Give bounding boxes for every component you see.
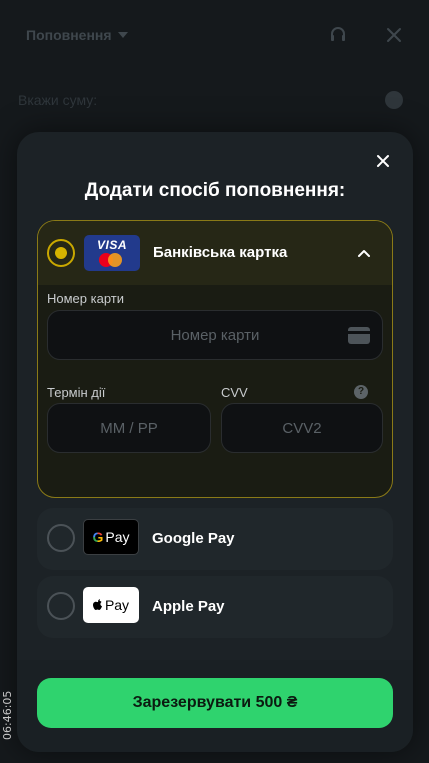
reserve-button[interactable]: Зарезервувати 500 ₴ — [37, 678, 393, 728]
google-pay-option[interactable]: G Pay Google Pay — [37, 508, 393, 570]
expiry-input[interactable]: MM / PP — [47, 403, 211, 453]
bank-card-label: Банківська картка — [153, 244, 288, 261]
headset-icon[interactable] — [329, 26, 347, 44]
expiry-placeholder: MM / PP — [100, 419, 158, 437]
expiry-label: Термін дії — [47, 385, 106, 400]
timestamp: 06:46:05 — [1, 690, 14, 740]
close-icon[interactable] — [374, 152, 392, 170]
modal-footer: Зарезервувати 500 ₴ — [17, 660, 413, 752]
cvv-label: CVV — [221, 385, 248, 400]
cvv-input[interactable]: CVV2 — [221, 403, 383, 453]
page-title[interactable]: Поповнення — [26, 27, 128, 43]
google-g-icon: G — [92, 529, 104, 545]
apple-icon — [92, 599, 102, 610]
chevron-up-icon[interactable] — [356, 245, 372, 261]
google-pay-label: Google Pay — [152, 530, 235, 547]
visa-mastercard-logo: VISA — [84, 235, 140, 271]
timestamp-container: 06:46:05 — [1, 690, 15, 740]
payment-method-modal: Додати спосіб поповнення: VISA Банківськ… — [17, 132, 413, 752]
mastercard-circle-orange — [108, 253, 122, 267]
apple-pay-logo: Pay — [83, 587, 139, 623]
info-icon[interactable] — [385, 91, 403, 109]
apple-pay-logo-text: Pay — [104, 597, 130, 613]
bank-card-header[interactable]: VISA Банківська картка — [38, 221, 392, 285]
card-number-input[interactable]: Номер карти — [47, 310, 383, 360]
visa-logo-text: VISA — [96, 238, 127, 252]
modal-title: Додати спосіб поповнення: — [84, 180, 346, 201]
credit-card-icon — [348, 327, 370, 344]
apple-pay-label: Apple Pay — [152, 598, 225, 615]
chevron-down-icon — [117, 32, 128, 38]
google-pay-radio[interactable] — [47, 524, 75, 552]
apple-pay-radio[interactable] — [47, 592, 75, 620]
card-number-label: Номер карти — [47, 291, 124, 306]
cvv-placeholder: CVV2 — [282, 419, 322, 437]
bank-card-radio[interactable] — [47, 239, 75, 267]
bank-card-option[interactable]: VISA Банківська картка Номер карти Номер… — [37, 220, 393, 498]
amount-label: Вкажи суму: — [18, 92, 98, 108]
card-number-placeholder: Номер карти — [170, 326, 260, 344]
background-header: Поповнення — [0, 0, 429, 70]
google-pay-logo: G Pay — [83, 519, 139, 555]
page-title-label: Поповнення — [26, 27, 112, 43]
help-icon[interactable]: ? — [354, 385, 368, 399]
google-pay-logo-text: Pay — [105, 529, 130, 545]
apple-pay-option[interactable]: Pay Apple Pay — [37, 576, 393, 638]
close-icon[interactable] — [386, 27, 402, 43]
